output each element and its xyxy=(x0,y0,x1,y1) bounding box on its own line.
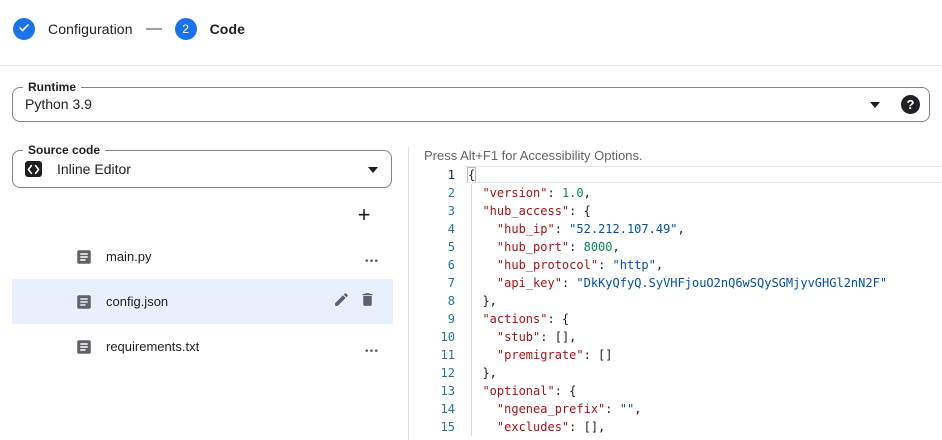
delete-file-icon[interactable] xyxy=(359,291,376,313)
step-code-number: 2 xyxy=(182,22,189,36)
line-number: 1 xyxy=(409,166,455,184)
file-row-requirements.txt[interactable]: requirements.txt xyxy=(12,324,393,369)
step-configuration-circle[interactable] xyxy=(13,18,35,40)
line-number: 5 xyxy=(409,238,455,256)
code-editor[interactable]: 1{2 "version": 1.0,3 "hub_access": {4 "h… xyxy=(409,166,942,440)
line-number: 15 xyxy=(409,418,455,436)
line-number: 9 xyxy=(409,310,455,328)
code-line: 9 "actions": { xyxy=(409,310,942,328)
code-line: 14 "ngenea_prefix": "", xyxy=(409,400,942,418)
file-name: main.py xyxy=(106,249,152,264)
code-line: 1{ xyxy=(409,166,942,184)
file-icon xyxy=(75,293,93,311)
code-line: 13 "optional": { xyxy=(409,382,942,400)
line-number: 12 xyxy=(409,364,455,382)
step-code-circle[interactable]: 2 xyxy=(175,18,197,40)
step-configuration-label[interactable]: Configuration xyxy=(48,21,133,37)
code-line: 11 "premigrate": [] xyxy=(409,346,942,364)
line-number: 7 xyxy=(409,274,455,292)
runtime-select[interactable]: Runtime Python 3.9 ? xyxy=(12,87,930,122)
file-name: requirements.txt xyxy=(106,339,199,354)
file-list: main.py config.json requirements.txt xyxy=(12,234,393,369)
line-number: 2 xyxy=(409,184,455,202)
runtime-select-value: Python 3.9 xyxy=(25,88,92,121)
editor-lines: 1{2 "version": 1.0,3 "hub_access": {4 "h… xyxy=(409,166,942,436)
code-line: 6 "hub_protocol": "http", xyxy=(409,256,942,274)
file-row-main.py[interactable]: main.py xyxy=(12,234,393,279)
file-name: config.json xyxy=(106,294,168,309)
edit-file-icon[interactable] xyxy=(333,291,350,313)
accessibility-note: Press Alt+F1 for Accessibility Options. xyxy=(424,148,643,163)
line-number: 4 xyxy=(409,220,455,238)
line-number: 6 xyxy=(409,256,455,274)
code-line: 4 "hub_ip": "52.212.107.49", xyxy=(409,220,942,238)
code-line: 5 "hub_port": 8000, xyxy=(409,238,942,256)
line-number: 10 xyxy=(409,328,455,346)
check-icon xyxy=(18,22,30,37)
section-divider xyxy=(0,65,942,66)
line-number: 3 xyxy=(409,202,455,220)
code-line: 8 }, xyxy=(409,292,942,310)
code-line: 7 "api_key": "DkKyQfyQ.SyVHFjouO2nQ6wSQy… xyxy=(409,274,942,292)
source-code-select[interactable]: Source code Inline Editor xyxy=(12,150,392,188)
line-number: 8 xyxy=(409,292,455,310)
step-connector xyxy=(146,28,162,30)
help-icon[interactable]: ? xyxy=(901,95,920,114)
line-number: 14 xyxy=(409,400,455,418)
line-number: 13 xyxy=(409,382,455,400)
code-line: 3 "hub_access": { xyxy=(409,202,942,220)
plus-icon: + xyxy=(358,202,371,228)
file-icon xyxy=(75,338,93,356)
code-line: 15 "excludes": [], xyxy=(409,418,942,436)
line-number: 11 xyxy=(409,346,455,364)
stepper: Configuration 2 Code xyxy=(13,18,245,40)
file-icon xyxy=(75,248,93,266)
code-line: 2 "version": 1.0, xyxy=(409,184,942,202)
dropdown-caret-icon xyxy=(870,102,880,108)
code-line: 12 }, xyxy=(409,364,942,382)
dropdown-caret-icon xyxy=(368,167,378,173)
more-options-icon[interactable] xyxy=(362,338,381,362)
code-line: 10 "stub": [], xyxy=(409,328,942,346)
code-icon xyxy=(25,161,42,177)
source-code-select-value: Inline Editor xyxy=(57,151,131,187)
file-row-config.json[interactable]: config.json xyxy=(12,279,393,324)
add-file-button[interactable]: + xyxy=(350,201,378,229)
function-code-step-page: Configuration 2 Code Runtime Python 3.9 … xyxy=(0,0,942,440)
step-code-label[interactable]: Code xyxy=(210,21,245,37)
more-options-icon[interactable] xyxy=(362,248,381,272)
